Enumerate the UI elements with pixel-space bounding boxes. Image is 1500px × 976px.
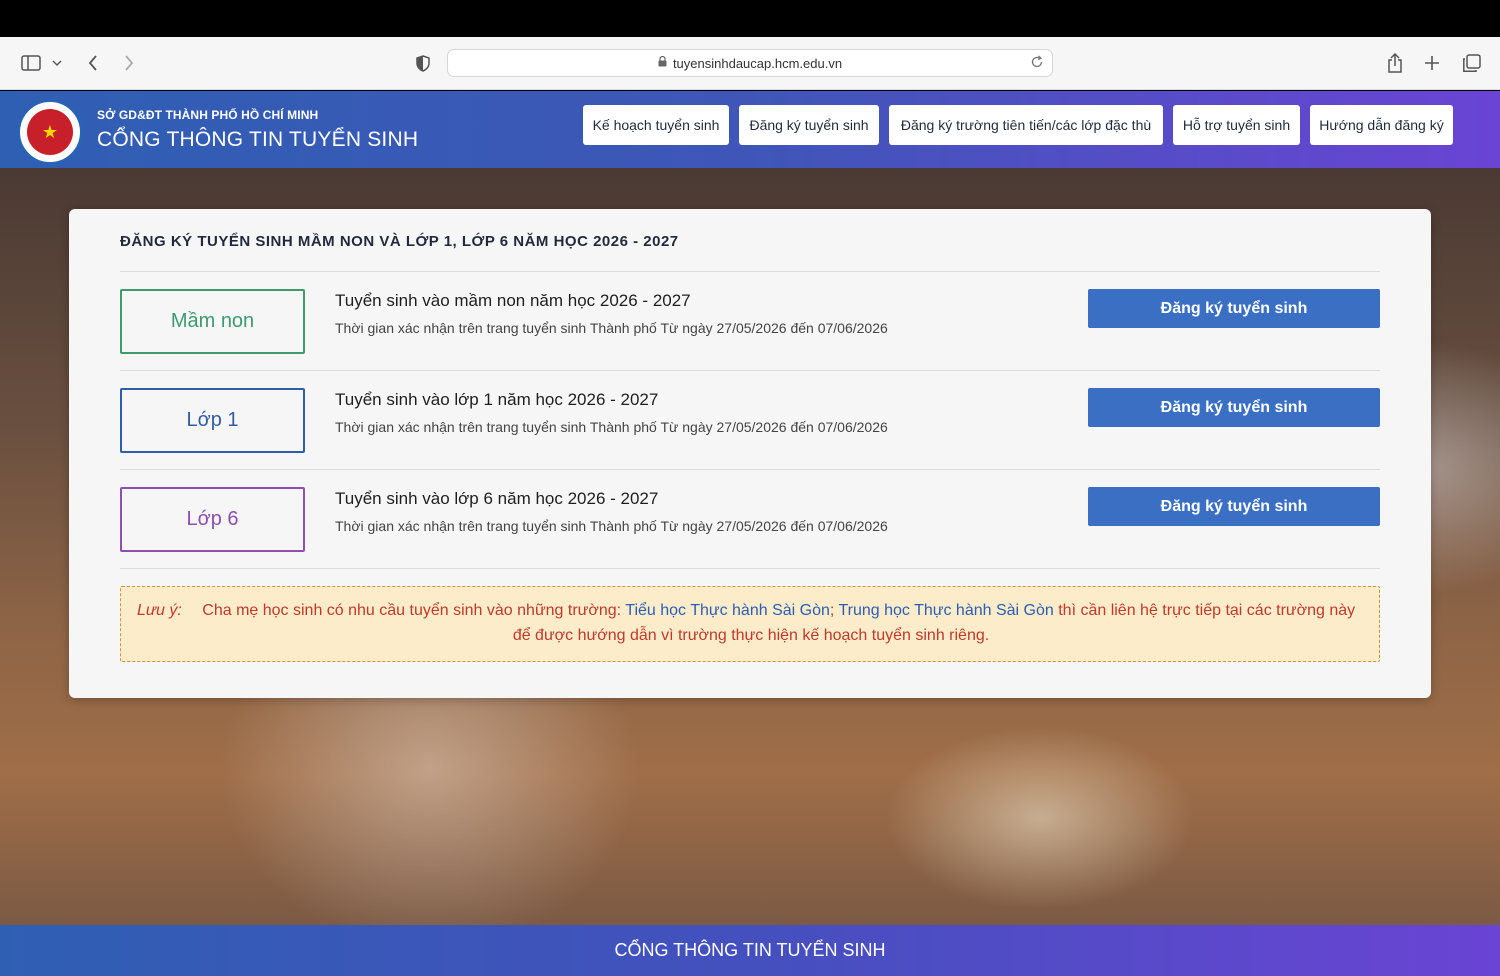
- footer-title: CỔNG THÔNG TIN TUYỂN SINH: [614, 940, 886, 960]
- note-text-2: thì cần liên hệ trực tiếp tại các trường…: [1058, 602, 1356, 619]
- share-icon[interactable]: [1385, 51, 1405, 75]
- chevron-down-icon[interactable]: [50, 55, 64, 71]
- divider: [120, 271, 1380, 272]
- row-desc-lop-6: Thời gian xác nhận trên trang tuyển sinh…: [335, 518, 888, 534]
- level-box-mam-non: Mầm non: [120, 289, 305, 354]
- sidebar-toggle-icon[interactable]: [20, 52, 42, 74]
- level-box-lop-6: Lớp 6: [120, 487, 305, 552]
- register-button-lop-1[interactable]: Đăng ký tuyển sinh: [1088, 388, 1380, 427]
- note-line-2: để được hướng dẫn vì trường thực hiện kế…: [512, 627, 990, 644]
- browser-toolbar: tuyensinhdaucap.hcm.edu.vn: [0, 37, 1500, 90]
- note-label: Lưu ý:: [137, 602, 182, 619]
- registration-card: ĐĂNG KÝ TUYỂN SINH MẦM NON VÀ LỚP 1, LỚP…: [69, 209, 1431, 698]
- note-separator: ;: [829, 602, 835, 619]
- row-desc-lop-1: Thời gian xác nhận trên trang tuyển sinh…: [335, 419, 888, 435]
- reload-icon[interactable]: [1030, 55, 1044, 72]
- row-title-mam-non: Tuyển sinh vào mầm non năm học 2026 - 20…: [335, 291, 691, 310]
- level-box-lop-1: Lớp 1: [120, 388, 305, 453]
- department-logo[interactable]: ★: [17, 99, 83, 165]
- divider: [120, 469, 1380, 470]
- site-footer: CỔNG THÔNG TIN TUYỂN SINH: [0, 925, 1500, 976]
- link-trung-hoc-thuc-hanh[interactable]: Trung học Thực hành Sài Gòn: [838, 602, 1053, 619]
- link-tieu-hoc-thuc-hanh[interactable]: Tiểu học Thực hành Sài Gòn: [625, 602, 830, 619]
- forward-icon[interactable]: [120, 52, 138, 74]
- site-header: ★ SỞ GD&ĐT THÀNH PHỐ HỒ CHÍ MINH CỔNG TH…: [0, 91, 1500, 168]
- register-button-lop-6[interactable]: Đăng ký tuyển sinh: [1088, 487, 1380, 526]
- nav-huong-dan-dang-ky[interactable]: Hướng dẫn đăng ký: [1310, 105, 1453, 145]
- header-subtitle: SỞ GD&ĐT THÀNH PHỐ HỒ CHÍ MINH: [97, 108, 319, 122]
- lock-icon: [658, 55, 667, 70]
- star-icon: ★: [27, 109, 73, 155]
- row-title-lop-6: Tuyển sinh vào lớp 6 năm học 2026 - 2027: [335, 489, 659, 508]
- divider: [120, 370, 1380, 371]
- row-desc-mam-non: Thời gian xác nhận trên trang tuyển sinh…: [335, 320, 888, 336]
- row-title-lop-1: Tuyển sinh vào lớp 1 năm học 2026 - 2027: [335, 390, 659, 409]
- nav-ho-tro-tuyen-sinh[interactable]: Hỗ trợ tuyển sinh: [1173, 105, 1300, 145]
- header-title: CỔNG THÔNG TIN TUYỂN SINH: [97, 128, 419, 151]
- top-black-bar: [0, 0, 1500, 37]
- new-tab-icon[interactable]: [1422, 52, 1442, 74]
- nav-dang-ky-truong-tien-tien[interactable]: Đăng ký trường tiên tiến/các lớp đặc thù: [889, 105, 1163, 145]
- nav-ke-hoach-tuyen-sinh[interactable]: Kế hoạch tuyển sinh: [583, 105, 729, 145]
- divider: [120, 568, 1380, 569]
- privacy-shield-icon[interactable]: [413, 53, 433, 73]
- address-bar[interactable]: tuyensinhdaucap.hcm.edu.vn: [447, 49, 1053, 77]
- tab-overview-icon[interactable]: [1460, 52, 1482, 74]
- note-text-1: Cha mẹ học sinh có nhu cầu tuyển sinh và…: [202, 602, 622, 619]
- note-box: Lưu ý: Cha mẹ học sinh có nhu cầu tuyển …: [120, 586, 1380, 662]
- back-icon[interactable]: [84, 52, 102, 74]
- note-line-1: Lưu ý: Cha mẹ học sinh có nhu cầu tuyển …: [137, 598, 1365, 623]
- nav-dang-ky-tuyen-sinh[interactable]: Đăng ký tuyển sinh: [739, 105, 879, 145]
- card-title: ĐĂNG KÝ TUYỂN SINH MẦM NON VÀ LỚP 1, LỚP…: [120, 233, 679, 250]
- register-button-mam-non[interactable]: Đăng ký tuyển sinh: [1088, 289, 1380, 328]
- url-text: tuyensinhdaucap.hcm.edu.vn: [672, 55, 843, 71]
